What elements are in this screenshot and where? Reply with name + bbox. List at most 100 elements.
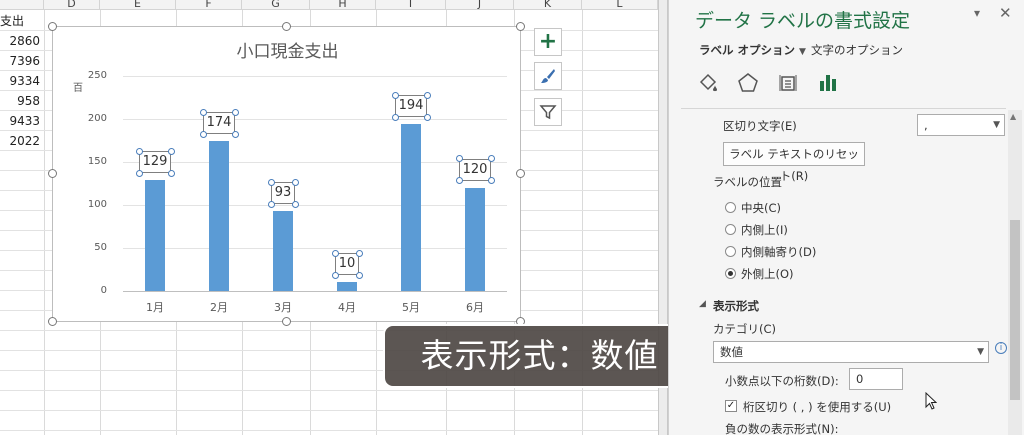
data-label-handle[interactable] [391, 113, 399, 121]
cell-value[interactable]: 7396 [0, 51, 40, 71]
data-label-handle[interactable] [455, 177, 463, 185]
tab-label-options[interactable]: ラベル オプション ▼ [699, 42, 806, 58]
data-label-handle[interactable] [331, 271, 339, 279]
radio-inside-base[interactable] [725, 246, 736, 257]
thousands-separator-label[interactable]: 桁区切り ( , ) を使用する(U) [743, 399, 891, 415]
chart-title[interactable]: 小口現金支出 [53, 37, 522, 62]
decimal-places-input[interactable]: 0 [849, 368, 903, 390]
size-properties-tab[interactable] [775, 70, 801, 96]
data-label-handle[interactable] [423, 91, 431, 99]
cell-header[interactable]: 支出 [0, 11, 24, 31]
bar[interactable] [465, 187, 485, 291]
separator-dropdown[interactable]: , ▼ [917, 114, 1005, 136]
data-label[interactable]: 174 [203, 112, 235, 135]
bar[interactable] [209, 141, 229, 291]
data-label-handle[interactable] [455, 155, 463, 163]
info-icon[interactable]: i [995, 342, 1007, 354]
brush-icon [541, 69, 555, 83]
chart-elements-button[interactable]: + [534, 28, 562, 56]
data-label-handle[interactable] [231, 130, 239, 138]
size-properties-icon [779, 75, 797, 91]
data-label-handle[interactable] [199, 130, 207, 138]
bar[interactable] [337, 282, 357, 291]
chart-resize-handle[interactable] [48, 317, 57, 326]
column-header-j[interactable]: J [446, 0, 514, 10]
scroll-up-icon[interactable]: ▲ [1010, 112, 1016, 121]
number-section-heading[interactable]: 表示形式 [713, 298, 759, 314]
bar[interactable] [145, 180, 165, 291]
column-header-e[interactable]: E [100, 0, 176, 10]
column-header-c[interactable] [0, 0, 44, 10]
cell-value[interactable]: 9334 [0, 71, 40, 91]
data-label-handle[interactable] [423, 113, 431, 121]
chart-resize-handle[interactable] [48, 169, 57, 178]
data-label-handle[interactable] [355, 249, 363, 257]
thousands-separator-checkbox[interactable]: ✓ [725, 400, 737, 412]
data-label[interactable]: 120 [459, 158, 491, 181]
data-label-handle[interactable] [199, 108, 207, 116]
column-header-l[interactable]: L [582, 0, 658, 10]
data-label[interactable]: 129 [139, 151, 171, 174]
data-label[interactable]: 194 [395, 95, 427, 118]
tab-text-options[interactable]: 文字のオプション [811, 42, 903, 58]
label-options-tab[interactable] [815, 70, 841, 96]
data-label-handle[interactable] [167, 147, 175, 155]
data-label-handle[interactable] [135, 169, 143, 177]
pane-scrollbar[interactable]: ▲ [1008, 110, 1022, 435]
column-header-k[interactable]: K [514, 0, 582, 10]
chart-styles-button[interactable] [534, 62, 562, 90]
excel-window: D E F G H I J K L 支出 2860 7396 9334 958 … [0, 0, 1024, 435]
y-tick-label: 0 [100, 285, 107, 296]
radio-center-label[interactable]: 中央(C) [741, 200, 781, 216]
column-header-g[interactable]: G [242, 0, 310, 10]
data-label-handle[interactable] [167, 169, 175, 177]
grid-row-line [0, 430, 658, 431]
cell-value[interactable]: 2860 [0, 31, 40, 51]
data-label-handle[interactable] [487, 155, 495, 163]
chart-resize-handle[interactable] [282, 22, 291, 31]
chart-resize-handle[interactable] [282, 317, 291, 326]
data-label-handle[interactable] [291, 178, 299, 186]
bar[interactable] [401, 124, 421, 291]
chart-area[interactable]: 小口現金支出 百 250 200 150 100 50 0 1月 129 2月 174 3月 93 4月… [52, 26, 521, 322]
radio-inside-base-label[interactable]: 内側軸寄り(D) [741, 244, 816, 260]
category-dropdown[interactable]: 数値 ▼ [713, 341, 989, 363]
data-label-handle[interactable] [331, 249, 339, 257]
decimal-places-label: 小数点以下の桁数(D): [725, 374, 839, 388]
radio-outside-end[interactable] [725, 268, 736, 279]
radio-inside-end-label[interactable]: 内側上(I) [741, 222, 788, 238]
close-icon[interactable]: ✕ [999, 4, 1012, 22]
column-header-d[interactable]: D [44, 0, 100, 10]
data-label-handle[interactable] [267, 178, 275, 186]
data-label-handle[interactable] [355, 271, 363, 279]
data-label-handle[interactable] [267, 200, 275, 208]
data-label-handle[interactable] [391, 91, 399, 99]
radio-inside-end[interactable] [725, 224, 736, 235]
column-header-h[interactable]: H [310, 0, 376, 10]
reset-label-text-button[interactable]: ラベル テキストのリセット(R) [723, 142, 865, 183]
data-label-handle[interactable] [135, 147, 143, 155]
fill-line-tab[interactable] [695, 70, 721, 96]
negative-numbers-label: 負の数の表示形式(N): [725, 422, 839, 435]
data-label[interactable]: 10 [335, 253, 359, 276]
column-header-f[interactable]: F [176, 0, 242, 10]
column-header-i[interactable]: I [376, 0, 446, 10]
radio-center[interactable] [725, 202, 736, 213]
pane-options-chevron-icon[interactable]: ▾ [974, 6, 980, 20]
chart-resize-handle[interactable] [516, 169, 525, 178]
effects-tab[interactable] [735, 70, 761, 96]
radio-outside-end-label[interactable]: 外側上(O) [741, 266, 794, 282]
bar[interactable] [273, 211, 293, 291]
data-label[interactable]: 93 [271, 182, 295, 205]
data-label-handle[interactable] [231, 108, 239, 116]
data-label-handle[interactable] [291, 200, 299, 208]
chart-filters-button[interactable] [534, 98, 562, 126]
section-collapse-icon[interactable]: ◢ [699, 299, 706, 309]
chart-resize-handle[interactable] [516, 22, 525, 31]
cell-value[interactable]: 2022 [0, 131, 40, 151]
cell-value[interactable]: 9433 [0, 111, 40, 131]
cell-value[interactable]: 958 [0, 91, 40, 111]
scrollbar-thumb[interactable] [1010, 220, 1020, 400]
data-label-handle[interactable] [487, 177, 495, 185]
chart-resize-handle[interactable] [48, 22, 57, 31]
